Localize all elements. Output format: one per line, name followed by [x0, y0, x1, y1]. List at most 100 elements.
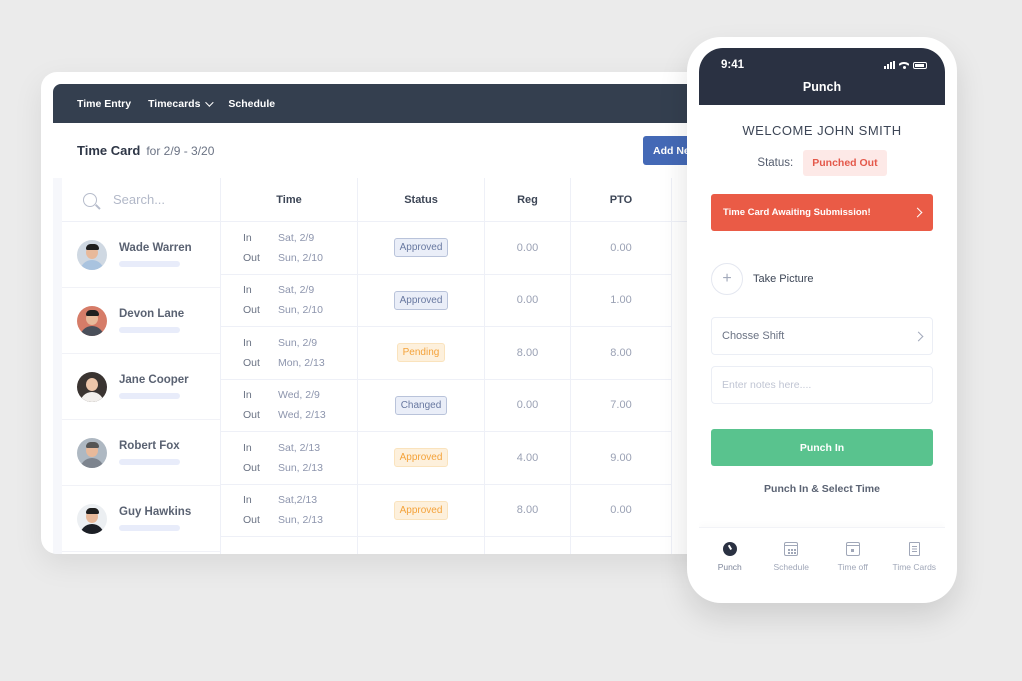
tab-label: Time off: [837, 562, 868, 572]
status-badge[interactable]: Approved: [393, 500, 449, 520]
welcome-text: WELCOME JOHN SMITH: [742, 123, 902, 138]
employee-row[interactable]: Robert Fox: [62, 420, 220, 486]
reg-cell: 0.00: [485, 222, 570, 275]
nav-label: Schedule: [228, 97, 276, 110]
in-label: In: [243, 231, 252, 244]
timecard-alert-banner[interactable]: Time Card Awaiting Submission!: [711, 194, 933, 231]
avatar-devon: [77, 305, 107, 336]
avatar-wade: [77, 239, 107, 270]
in-label: In: [243, 336, 252, 349]
timecard-header: Time Card for 2/9 - 3/20 Add Ne: [53, 123, 741, 178]
employee-row[interactable]: Wade Warren: [62, 222, 220, 288]
time-cell: In Sun, 2/9 Out Mon, 2/13: [221, 327, 357, 380]
in-date: Sat, 2/13: [278, 441, 321, 454]
tab-time-cards[interactable]: Time Cards: [885, 542, 943, 593]
time-cell: In Sat,2/13 Out Sun, 2/13: [221, 485, 357, 537]
in-label: In: [243, 494, 252, 507]
avatar-jane: [77, 371, 107, 402]
pto-cell: 9.00: [571, 432, 671, 485]
calendar-icon: [784, 542, 799, 556]
take-picture-button[interactable]: + Take Picture: [711, 263, 933, 295]
punch-in-select-time-link[interactable]: Punch In & Select Time: [699, 483, 945, 495]
out-label: Out: [243, 461, 260, 474]
status-cell: Approved: [358, 432, 484, 485]
reg-cell: 8.00: [485, 485, 570, 537]
tab-label: Schedule: [773, 562, 809, 572]
in-date: Sun, 2/9: [278, 336, 318, 349]
status-cell: Approved: [358, 222, 484, 275]
reg-cell: 0.00: [485, 275, 570, 327]
employee-name: Jane Cooper: [119, 374, 189, 386]
plus-icon: +: [711, 263, 743, 295]
out-date: Wed, 2/13: [278, 409, 326, 422]
employee-column: Wade Warren Devon Lane Jane Cooper Rober…: [62, 178, 221, 554]
search-input[interactable]: [113, 192, 213, 207]
tab-punch[interactable]: Punch: [701, 542, 759, 593]
tab-schedule[interactable]: Schedule: [762, 542, 820, 593]
placeholder-bar: [119, 525, 180, 531]
time-cell: In Sat, 2/9 Out Sun, 2/10: [221, 275, 357, 327]
out-label: Out: [243, 251, 260, 264]
in-label: In: [243, 284, 252, 297]
notes-placeholder: Enter notes here....: [722, 379, 812, 391]
phone-header: 9:41 Punch: [699, 48, 945, 105]
employee-name: Guy Hawkins: [119, 506, 192, 518]
timecard-table: Wade Warren Devon Lane Jane Cooper Rober…: [62, 178, 741, 554]
out-label: Out: [243, 409, 260, 422]
time-cell: In Sat, 2/9 Out Sun, 2/10: [221, 222, 357, 275]
nav-time-entry[interactable]: Time Entry: [77, 98, 131, 110]
notes-input[interactable]: Enter notes here....: [711, 366, 933, 404]
employee-row[interactable]: Guy Hawkins: [62, 486, 220, 552]
in-date: Sat, 2/9: [278, 284, 315, 297]
search-bar: [62, 178, 220, 222]
column-header-pto[interactable]: PTO: [571, 178, 671, 222]
top-navigation: Time Entry Timecards Schedule: [53, 84, 741, 123]
column-header-status[interactable]: Status: [358, 178, 484, 222]
avatar-guy: [77, 503, 107, 534]
time-cell: In Sat, 2/13 Out Sun, 2/13: [221, 432, 357, 485]
status-bar-clock: 9:41: [721, 59, 745, 71]
status-bar-icons: [884, 61, 927, 69]
take-picture-label: Take Picture: [753, 273, 814, 285]
out-date: Sun, 2/10: [278, 304, 323, 317]
status-badge[interactable]: Approved: [393, 238, 449, 258]
pto-cell: 1.00: [571, 275, 671, 327]
placeholder-bar: [119, 327, 180, 333]
reg-cell: 0.00: [485, 380, 570, 432]
phone-frame: 9:41 Punch WELCOME JOHN SMITH Status: Pu…: [687, 37, 957, 603]
tab-label: Time Cards: [892, 562, 937, 572]
column-header-time[interactable]: Time: [221, 178, 357, 222]
search-icon: [83, 192, 97, 207]
choose-shift-select[interactable]: Chosse Shift: [711, 317, 933, 355]
column-header-reg[interactable]: Reg: [485, 178, 570, 222]
pto-cell: 7.00: [571, 380, 671, 432]
phone-screen: 9:41 Punch WELCOME JOHN SMITH Status: Pu…: [699, 48, 945, 593]
punch-in-button[interactable]: Punch In: [711, 429, 933, 466]
status-badge[interactable]: Changed: [394, 395, 448, 415]
tab-time-off[interactable]: Time off: [824, 542, 882, 593]
pto-column: PTO 0.00 1.00 8.00 7.00 9.00 0.00: [571, 178, 672, 554]
placeholder-bar: [119, 261, 180, 267]
desktop-timecard-window: Time Entry Timecards Schedule Time Card …: [41, 72, 741, 554]
status-badge[interactable]: Approved: [393, 448, 449, 468]
nav-timecards[interactable]: Timecards: [148, 97, 215, 110]
document-icon: [908, 542, 920, 556]
nav-label: Timecards: [148, 97, 201, 110]
signal-icon: [884, 61, 895, 69]
pto-cell: 0.00: [571, 485, 671, 537]
placeholder-bar: [119, 459, 180, 465]
out-date: Sun, 2/10: [278, 251, 323, 264]
nav-schedule[interactable]: Schedule: [228, 98, 275, 110]
status-badge[interactable]: Approved: [393, 290, 449, 310]
nav-label: Time Entry: [77, 97, 132, 110]
page-title: Time Card: [77, 143, 141, 158]
employee-row[interactable]: Jane Cooper: [62, 354, 220, 420]
employee-row[interactable]: Devon Lane: [62, 288, 220, 354]
clock-icon: [722, 542, 737, 556]
alert-text: Time Card Awaiting Submission!: [723, 207, 871, 218]
status-badge[interactable]: Pending: [396, 343, 446, 363]
tab-label: Punch: [717, 562, 742, 572]
shift-label: Chosse Shift: [722, 330, 785, 342]
time-column: Time In Sat, 2/9 Out Sun, 2/10 In Sat, 2/9 Out…: [221, 178, 358, 554]
wifi-icon: [899, 61, 909, 69]
